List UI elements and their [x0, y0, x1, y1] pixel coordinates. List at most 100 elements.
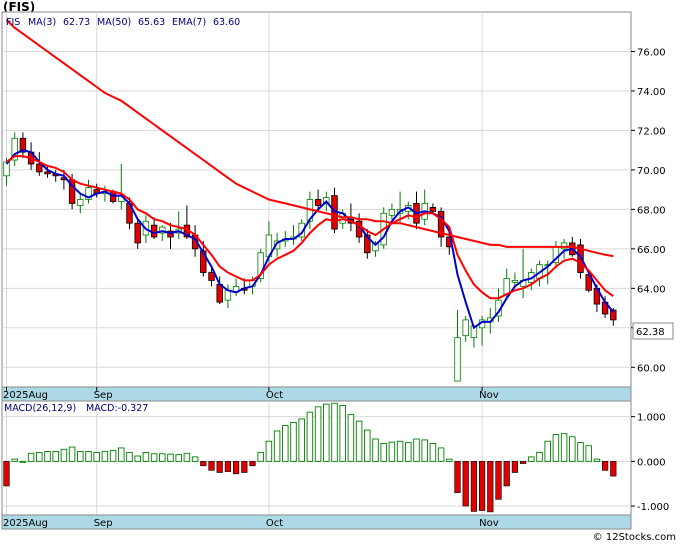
macd-bar	[323, 403, 330, 462]
x-tick-label: 2025Aug	[3, 390, 48, 401]
candle-body	[454, 337, 461, 382]
macd-bar	[487, 461, 494, 513]
macd-bar	[77, 451, 84, 462]
legend-ticker: FIS	[6, 17, 20, 28]
macd-bar	[364, 429, 371, 462]
macd-bar	[454, 461, 461, 493]
macd-bar	[44, 451, 51, 462]
candle-body	[314, 199, 322, 206]
macd-bar	[68, 446, 76, 462]
macd-bar	[273, 430, 281, 462]
macd-bar	[183, 452, 191, 462]
legend-ema7-value: 63.60	[213, 17, 240, 28]
macd-bar	[60, 448, 68, 462]
macd-bar	[601, 461, 609, 471]
macd-x-tick-label: 2025Aug	[3, 518, 48, 529]
macd-bar	[503, 461, 510, 487]
macd-bar	[470, 461, 478, 512]
macd-bar	[552, 434, 560, 462]
macd-bar	[569, 436, 576, 462]
macd-bar	[257, 451, 264, 462]
macd-x-tick-label: Nov	[479, 518, 499, 529]
macd-bar	[52, 451, 59, 462]
macd-bar	[36, 451, 43, 462]
macd-bar	[405, 442, 412, 462]
macd-bar	[495, 461, 502, 500]
macd-bar	[331, 402, 338, 462]
macd-bar	[241, 461, 248, 473]
candle-body	[503, 278, 510, 295]
y-tick-label: 72.00	[637, 126, 666, 137]
macd-bar	[306, 411, 314, 462]
macd-bar	[109, 450, 117, 462]
macd-bar	[159, 453, 166, 462]
macd-bar	[347, 413, 355, 462]
macd-bar	[249, 461, 256, 467]
macd-bar	[585, 445, 592, 462]
candle-body	[134, 222, 141, 244]
macd-bar	[446, 458, 453, 462]
macd-bar	[544, 440, 551, 462]
macd-bar	[208, 461, 215, 471]
legend-ma3-label: MA(3)	[28, 17, 56, 28]
macd-bar	[224, 461, 232, 472]
y-tick-label: 70.00	[637, 166, 666, 177]
macd-bar	[610, 461, 617, 477]
macd-bar	[118, 447, 125, 462]
y-tick-label: 76.00	[637, 47, 666, 58]
legend-ma3-value: 62.73	[63, 17, 90, 28]
macd-bar	[511, 461, 518, 473]
macd-x-tick-label: Sep	[94, 518, 113, 529]
macd-x-tick-label: Oct	[266, 518, 283, 529]
y-tick-label: 60.00	[637, 363, 666, 374]
macd-bar	[3, 461, 10, 487]
last-price-label: 62.38	[636, 327, 665, 338]
macd-bar	[528, 456, 535, 462]
macd-panel: 1.000 0.000 -1.000 MACD(26,12,9) MACD:-0.3…	[1, 400, 669, 516]
y-tick-label: 68.00	[637, 205, 666, 216]
macd-bar	[142, 451, 150, 462]
macd-bar	[372, 438, 379, 462]
y-tick-label: 74.00	[637, 87, 666, 98]
macd-bar	[134, 455, 141, 462]
macd-bar	[282, 425, 289, 462]
macd-y-tick-label: 1.000	[637, 413, 666, 424]
macd-bar	[519, 461, 527, 464]
macd-bar	[577, 442, 584, 462]
y-tick-label: 66.00	[637, 245, 666, 256]
macd-bar	[421, 439, 428, 462]
macd-bar	[396, 440, 404, 462]
macd-bar	[233, 461, 240, 475]
price-panel: 60.0062.0064.0066.0068.0070.0072.0074.00…	[1, 11, 674, 388]
macd-bar	[101, 451, 109, 462]
macd-bar	[478, 461, 486, 511]
candle-body	[208, 272, 215, 281]
macd-bar	[536, 451, 543, 462]
stock-chart: 60.0062.0064.0066.0068.0070.0072.0074.00…	[1, 11, 674, 530]
macd-bar	[298, 418, 305, 462]
legend-ma50-label: MA(50)	[97, 17, 131, 28]
macd-bar	[314, 406, 322, 462]
candle-body	[77, 199, 84, 206]
macd-bar	[11, 458, 18, 462]
macd-bar	[290, 422, 297, 462]
macd-bar	[560, 433, 568, 462]
macd-bar	[150, 453, 158, 462]
price-legend: FIS MA(3) 62.73 MA(50) 65.63 EMA(7) 63.6…	[6, 17, 240, 28]
macd-legend-label: MACD(26,12,9)	[4, 403, 76, 414]
macd-bar	[85, 451, 92, 462]
macd-bar	[388, 441, 396, 462]
candle-body	[429, 206, 437, 212]
macd-bar	[437, 447, 445, 462]
macd-bar	[339, 405, 346, 462]
macd-bar	[593, 458, 601, 462]
macd-bar	[93, 451, 100, 462]
macd-bar	[175, 454, 182, 462]
macd-bar	[216, 461, 223, 473]
credit-text: © 12Stocks.com	[592, 532, 676, 543]
candle-body	[462, 319, 469, 337]
candle-body	[3, 161, 10, 177]
candle-body	[44, 171, 51, 175]
macd-y-tick-label: 0.000	[637, 457, 666, 468]
macd-bar	[167, 453, 174, 462]
